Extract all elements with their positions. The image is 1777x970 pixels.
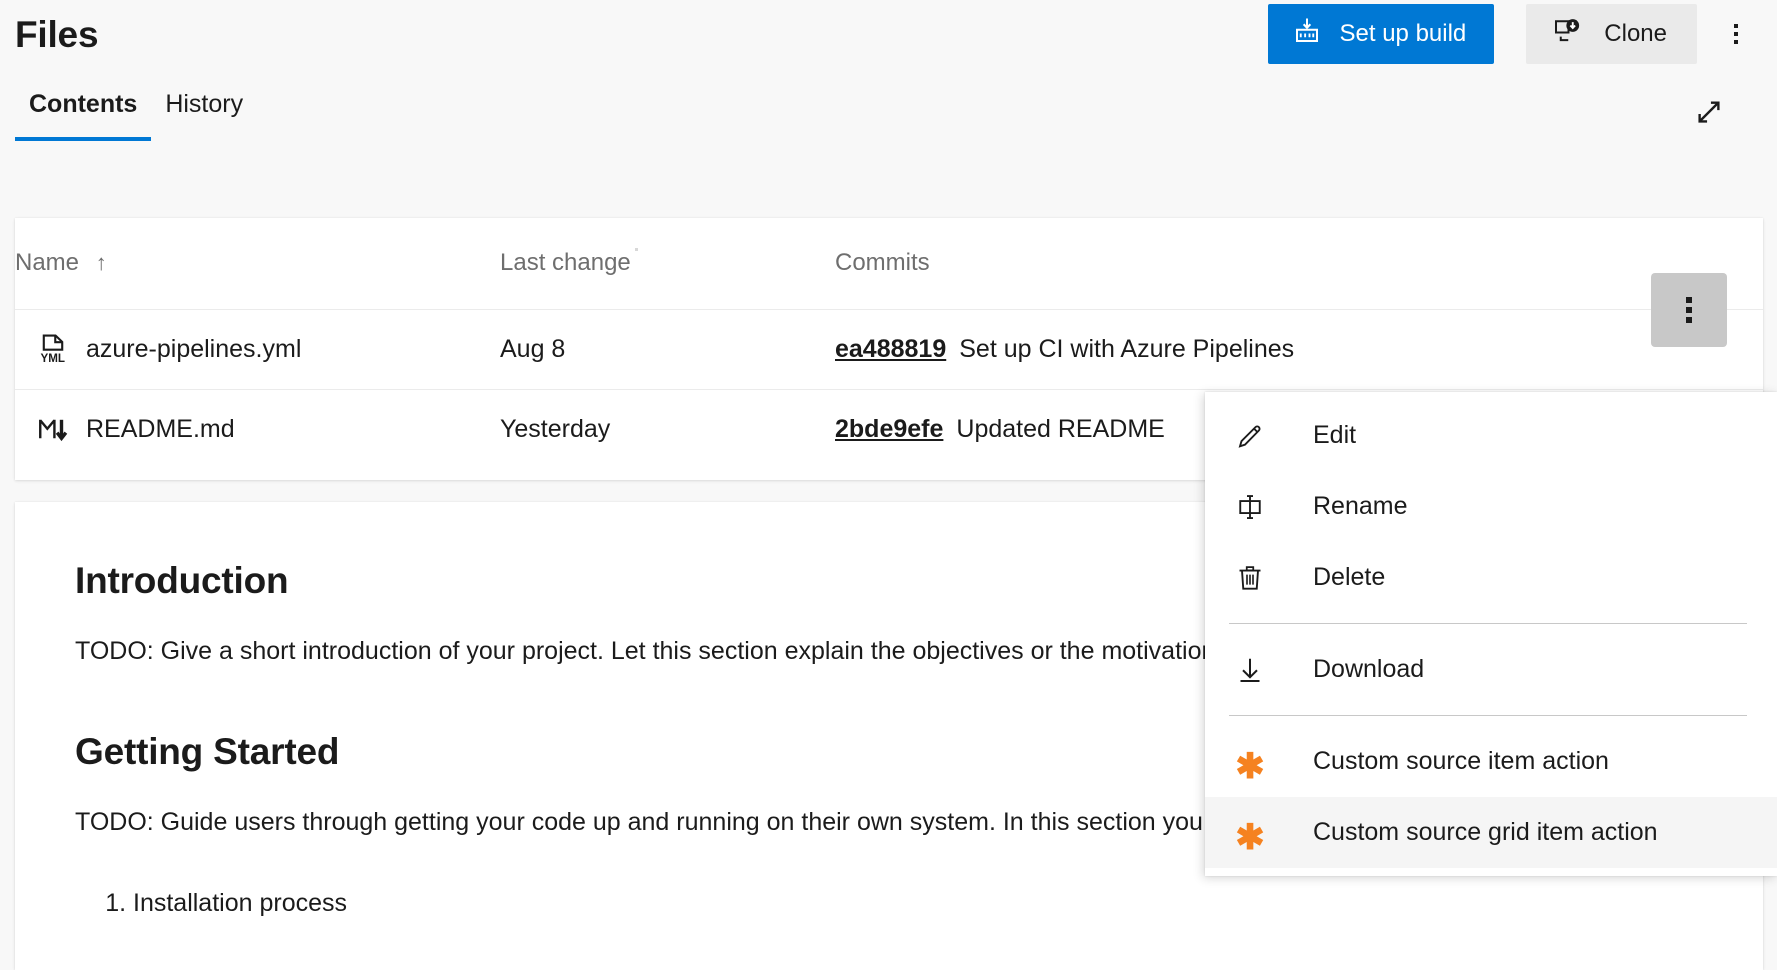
menu-item-custom-source-grid-item-action-label: Custom source grid item action xyxy=(1313,818,1658,847)
set-up-build-button[interactable]: Set up build xyxy=(1268,4,1495,64)
file-name-label[interactable]: azure-pipelines.yml xyxy=(86,335,301,364)
page-header: Files Set up build xyxy=(0,0,1777,78)
menu-item-custom-source-item-action[interactable]: ✱ Custom source item action xyxy=(1205,726,1777,797)
column-header-last-change[interactable]: Last change xyxy=(500,218,835,309)
header-more-options-button[interactable] xyxy=(1709,7,1763,61)
sort-ascending-icon: ↑ xyxy=(96,250,107,276)
tab-list: Contents History xyxy=(15,82,257,141)
more-options-icon xyxy=(1734,24,1738,44)
file-commit-cell: ea488819 Set up CI with Azure Pipelines xyxy=(835,309,1643,389)
yml-file-icon: YML xyxy=(36,332,70,366)
expand-full-screen-button[interactable] xyxy=(1683,86,1735,138)
table-row[interactable]: YML azure-pipelines.yml Aug 8 ea488819 S… xyxy=(15,309,1763,389)
menu-item-download[interactable]: Download xyxy=(1205,634,1777,705)
menu-item-delete-label: Delete xyxy=(1313,563,1385,592)
commit-message: Set up CI with Azure Pipelines xyxy=(959,335,1294,364)
rename-icon xyxy=(1229,492,1271,522)
tab-contents[interactable]: Contents xyxy=(15,82,151,141)
menu-item-delete[interactable]: Delete xyxy=(1205,542,1777,613)
clone-button[interactable]: Clone xyxy=(1526,4,1697,64)
file-table-header-row: Name ↑ Last change Commits xyxy=(15,218,1763,309)
trash-icon xyxy=(1229,563,1271,593)
menu-separator xyxy=(1229,715,1747,716)
tab-bar: Contents History xyxy=(0,82,1777,158)
readme-ordered-list: Installation process xyxy=(75,882,1703,925)
row-more-options-button[interactable] xyxy=(1651,273,1727,347)
file-name-label[interactable]: README.md xyxy=(86,415,235,444)
header-actions: Set up build Clone xyxy=(1268,4,1763,64)
file-last-change-cell: Aug 8 xyxy=(500,309,835,389)
svg-text:YML: YML xyxy=(40,352,65,365)
decorative-dot xyxy=(635,248,638,251)
markdown-file-icon xyxy=(36,412,70,446)
menu-separator xyxy=(1229,623,1747,624)
pencil-icon xyxy=(1229,421,1271,451)
menu-item-edit[interactable]: Edit xyxy=(1205,400,1777,471)
commit-id-link[interactable]: ea488819 xyxy=(835,335,946,364)
page-title: Files xyxy=(15,14,98,56)
file-row-context-menu: Edit Rename Delete xyxy=(1205,392,1777,876)
commit-message: Updated README xyxy=(956,415,1164,444)
file-name-cell: README.md xyxy=(15,389,500,469)
download-icon xyxy=(1229,655,1271,685)
asterisk-icon: ✱ xyxy=(1229,815,1271,850)
column-header-name-label: Name xyxy=(15,249,79,276)
tab-history-label: History xyxy=(165,90,243,118)
tab-history[interactable]: History xyxy=(151,82,257,141)
tab-contents-label: Contents xyxy=(29,90,137,118)
menu-item-download-label: Download xyxy=(1313,655,1424,684)
menu-item-rename[interactable]: Rename xyxy=(1205,471,1777,542)
build-icon xyxy=(1292,16,1322,53)
file-last-change-cell: Yesterday xyxy=(500,389,835,469)
asterisk-icon: ✱ xyxy=(1229,744,1271,779)
clone-label: Clone xyxy=(1604,20,1667,48)
row-actions-cell xyxy=(1643,309,1763,389)
menu-item-custom-source-grid-item-action[interactable]: ✱ Custom source grid item action xyxy=(1205,797,1777,868)
commit-id-link[interactable]: 2bde9efe xyxy=(835,415,943,444)
more-options-icon xyxy=(1686,297,1692,323)
menu-item-rename-label: Rename xyxy=(1313,492,1408,521)
clone-icon xyxy=(1552,16,1582,53)
column-header-name[interactable]: Name ↑ xyxy=(15,218,500,309)
expand-diagonal-icon xyxy=(1694,97,1724,127)
file-name-cell: YML azure-pipelines.yml xyxy=(15,309,500,389)
file-table-header: Name ↑ Last change Commits xyxy=(15,218,1763,309)
list-item: Installation process xyxy=(133,882,1703,925)
menu-item-edit-label: Edit xyxy=(1313,421,1356,450)
set-up-build-label: Set up build xyxy=(1340,20,1467,48)
column-header-commits[interactable]: Commits xyxy=(835,218,1643,309)
menu-item-custom-source-item-action-label: Custom source item action xyxy=(1313,747,1609,776)
